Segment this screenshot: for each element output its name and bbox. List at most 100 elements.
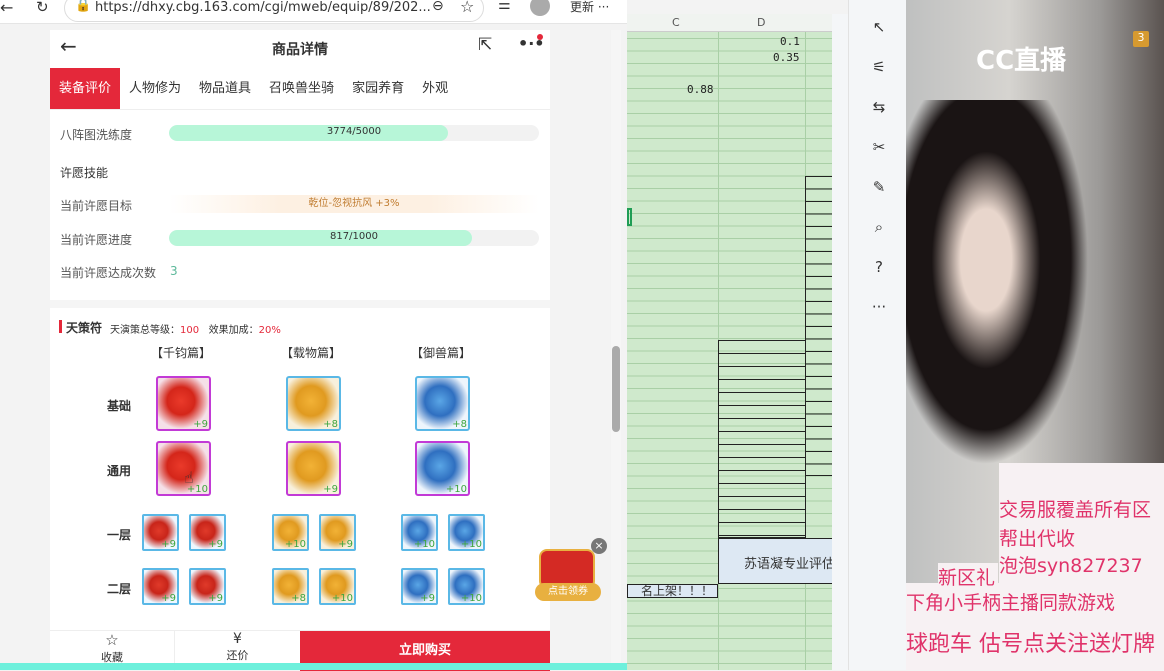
page-scrollbar[interactable] xyxy=(611,30,621,670)
tiance-summary: 天演策总等级：100 效果加成：20% xyxy=(110,321,281,336)
rune-plus: +8 xyxy=(323,419,338,430)
col-d[interactable]: D xyxy=(757,16,765,29)
more-dots-icon[interactable]: ··· xyxy=(869,298,889,318)
section-divider xyxy=(50,300,550,308)
row-label-layer1: 一层 xyxy=(107,528,132,542)
bonus-label: 效果加成： xyxy=(208,325,259,336)
rune-icon[interactable]: +8 xyxy=(415,376,470,431)
tab-cultivation[interactable]: 人物修为 xyxy=(120,68,190,109)
rune-plus: +9 xyxy=(208,593,223,604)
tab-home[interactable]: 家园养育 xyxy=(343,68,413,109)
rune-icon[interactable]: +9 xyxy=(401,568,438,605)
row-label-layer2: 二层 xyxy=(107,582,132,596)
rune-icon[interactable]: +9 xyxy=(286,441,341,496)
row-label-general: 通用 xyxy=(107,464,132,478)
bonus-value: 20% xyxy=(258,325,281,336)
level-label: 天演策总等级： xyxy=(110,325,180,336)
hand-cursor-icon: ☝ xyxy=(184,468,194,487)
update-button[interactable]: 更新 ··· xyxy=(570,0,609,15)
caption-line: 帮出代收 xyxy=(999,528,1076,550)
rune-icon[interactable]: +9 xyxy=(189,568,226,605)
wish-target-value: 乾位-忽视抗风 +3% xyxy=(169,195,539,213)
rune-plus: +10 xyxy=(413,539,435,550)
rune-plus: +8 xyxy=(291,593,306,604)
tab-items[interactable]: 物品道具 xyxy=(190,68,260,109)
rune-icon[interactable]: +9 xyxy=(156,376,211,431)
row-label-basic: 基础 xyxy=(107,399,132,413)
tab-summons[interactable]: 召唤兽坐骑 xyxy=(260,68,343,109)
rune-icon[interactable]: +9 xyxy=(142,568,179,605)
cell-d1[interactable]: 0.1 xyxy=(780,35,800,48)
rune-icon[interactable]: +10 xyxy=(319,568,356,605)
notification-dot xyxy=(537,34,543,40)
eval-cell[interactable]: 苏语凝专业评估 xyxy=(718,538,840,584)
wish-progress-value: 817/1000 xyxy=(330,231,378,242)
rune-icon[interactable]: +8 xyxy=(272,568,309,605)
cell-d2[interactable]: 0.35 xyxy=(773,51,800,64)
page-title: 商品详情 xyxy=(272,42,328,58)
rune-icon[interactable]: +10 xyxy=(448,514,485,551)
close-icon[interactable]: × xyxy=(591,538,607,554)
rune-icon[interactable]: +10 xyxy=(272,514,309,551)
rune-icon[interactable]: +10 xyxy=(448,568,485,605)
back-icon[interactable]: ← xyxy=(0,0,13,17)
rune-icon[interactable]: +9 xyxy=(319,514,356,551)
cc-live-logo: CC直播 xyxy=(976,46,1067,76)
live-stream-video: CC直播 3 交易服覆盖所有区 帮出代收 泡泡syn827237 新区礼 下角小… xyxy=(906,0,1164,670)
rune-plus: +9 xyxy=(208,539,223,550)
tool-sidebar: ↖ ⚟ ⇆ ✂ ✎ ⌕ ? ··· xyxy=(848,0,906,670)
bazhen-value: 3774/5000 xyxy=(326,126,382,137)
rune-plus: +9 xyxy=(193,419,208,430)
bazhen-progress-bar: 3774/5000 xyxy=(169,125,539,141)
favorites-list-icon[interactable]: ☰ xyxy=(498,0,511,13)
col-c[interactable]: C xyxy=(672,16,680,29)
image-edit-icon[interactable]: ✎ xyxy=(869,178,889,198)
wish-count-label: 当前许愿达成次数 xyxy=(60,266,157,280)
refresh-icon[interactable]: ↻ xyxy=(36,0,49,16)
book-search-icon[interactable]: ⌕ xyxy=(869,218,889,238)
rune-icon[interactable]: +9 xyxy=(142,514,179,551)
rune-plus: +10 xyxy=(460,593,482,604)
zoom-icon[interactable]: ⊖ xyxy=(432,0,444,14)
viewer-badge: 3 xyxy=(1133,31,1149,47)
share-icon[interactable]: ⇱ xyxy=(478,35,492,55)
rune-icon[interactable]: +8 xyxy=(286,376,341,431)
caption-line: 球跑车 估号点关注送灯牌 xyxy=(906,632,1155,657)
rune-plus: +9 xyxy=(161,593,176,604)
url-text: https://dhxy.cbg.163.com/cgi/mweb/equip/… xyxy=(95,0,431,15)
bordered-cells xyxy=(718,340,806,538)
bordered-cells xyxy=(805,176,835,476)
scrollbar-thumb[interactable] xyxy=(612,346,620,432)
rune-icon[interactable]: +10 xyxy=(415,441,470,496)
help-icon[interactable]: ? xyxy=(869,258,889,278)
tab-bar: 装备评价 人物修为 物品道具 召唤兽坐骑 家园养育 外观 xyxy=(50,68,550,110)
cursor-icon[interactable]: ↖ xyxy=(869,18,889,38)
spreadsheet[interactable]: 苏语凝专业评估 名上架！！！ xyxy=(627,14,840,670)
sheet-scrollbar[interactable] xyxy=(832,14,848,670)
cell-c3[interactable]: 0.88 xyxy=(687,83,714,96)
rune-icon[interactable]: +10 xyxy=(401,514,438,551)
rune-plus: +8 xyxy=(452,419,467,430)
wish-heading: 许愿技能 xyxy=(60,166,109,180)
notice-cell[interactable]: 名上架！！！ xyxy=(627,584,718,598)
rune-plus: +9 xyxy=(338,539,353,550)
transform-icon[interactable]: ⇆ xyxy=(869,98,889,118)
rune-icon[interactable]: +9 xyxy=(189,514,226,551)
rune-plus: +10 xyxy=(460,539,482,550)
caption-line: 交易服覆盖所有区 xyxy=(999,499,1152,521)
wish-target-label: 当前许愿目标 xyxy=(60,199,133,213)
tab-equipment-eval[interactable]: 装备评价 xyxy=(50,68,121,109)
lock-icon: 🔒 xyxy=(75,0,92,13)
selected-cell xyxy=(627,208,632,226)
favorite-star-icon[interactable]: ☆ xyxy=(460,0,474,16)
address-bar[interactable]: 🔒 https://dhxy.cbg.163.com/cgi/mweb/equip… xyxy=(64,0,484,22)
profile-avatar[interactable] xyxy=(530,0,550,16)
tiance-title: 天策符 xyxy=(66,321,103,335)
streamer-figure xyxy=(906,100,1106,500)
wish-progress-label: 当前许愿进度 xyxy=(60,233,133,247)
tools-icon[interactable]: ✂ xyxy=(869,138,889,158)
rune-plus: +9 xyxy=(323,484,338,495)
tab-appearance[interactable]: 外观 xyxy=(413,68,457,109)
coupon-widget[interactable]: 点击领券 × xyxy=(535,538,607,603)
sliders-icon[interactable]: ⚟ xyxy=(869,58,889,78)
